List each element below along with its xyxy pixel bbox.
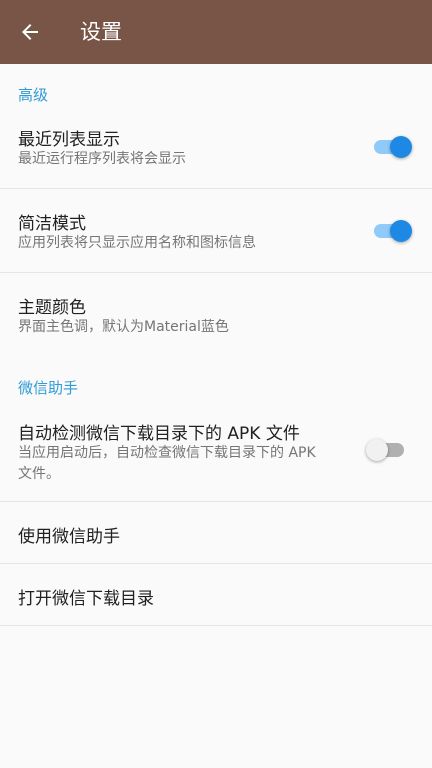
toggle-thumb [390, 220, 412, 242]
setting-summary: 最近运行程序列表将会显示 [18, 151, 186, 167]
setting-simple-mode[interactable]: 简洁模式 应用列表将只显示应用名称和图标信息 [0, 189, 432, 271]
setting-title: 最近列表显示 [18, 130, 120, 150]
divider [0, 625, 432, 626]
setting-title: 主题颜色 [18, 298, 86, 318]
setting-auto-detect-apk[interactable]: 自动检测微信下载目录下的 APK 文件 当应用启动后，自动检查微信下载目录下的 … [0, 405, 432, 501]
section-header-advanced: 高级 [18, 86, 49, 104]
setting-title: 自动检测微信下载目录下的 APK 文件 [18, 424, 300, 444]
section-header-wechat: 微信助手 [18, 379, 79, 397]
setting-title: 打开微信下载目录 [18, 589, 154, 609]
simple-mode-toggle[interactable] [374, 216, 412, 246]
setting-summary: 应用列表将只显示应用名称和图标信息 [18, 235, 256, 251]
page-title: 设置 [80, 20, 122, 44]
toggle-thumb [366, 439, 388, 461]
setting-use-wechat-helper[interactable]: 使用微信助手 [0, 502, 432, 563]
auto-detect-toggle[interactable] [366, 435, 404, 465]
arrow-left-icon[interactable] [18, 20, 42, 44]
setting-theme-color[interactable]: 主题颜色 界面主色调，默认为Material蓝色 [0, 273, 432, 355]
setting-title: 使用微信助手 [18, 527, 120, 547]
toggle-thumb [390, 136, 412, 158]
setting-title: 简洁模式 [18, 214, 86, 234]
recent-list-toggle[interactable] [374, 132, 412, 162]
setting-summary: 当应用启动后，自动检查微信下载目录下的 APK 文件。 [18, 445, 316, 482]
setting-open-wechat-download-dir[interactable]: 打开微信下载目录 [0, 564, 432, 625]
app-bar: 设置 [0, 0, 432, 64]
setting-summary: 界面主色调，默认为Material蓝色 [18, 319, 229, 335]
setting-recent-list[interactable]: 最近列表显示 最近运行程序列表将会显示 [0, 112, 432, 188]
